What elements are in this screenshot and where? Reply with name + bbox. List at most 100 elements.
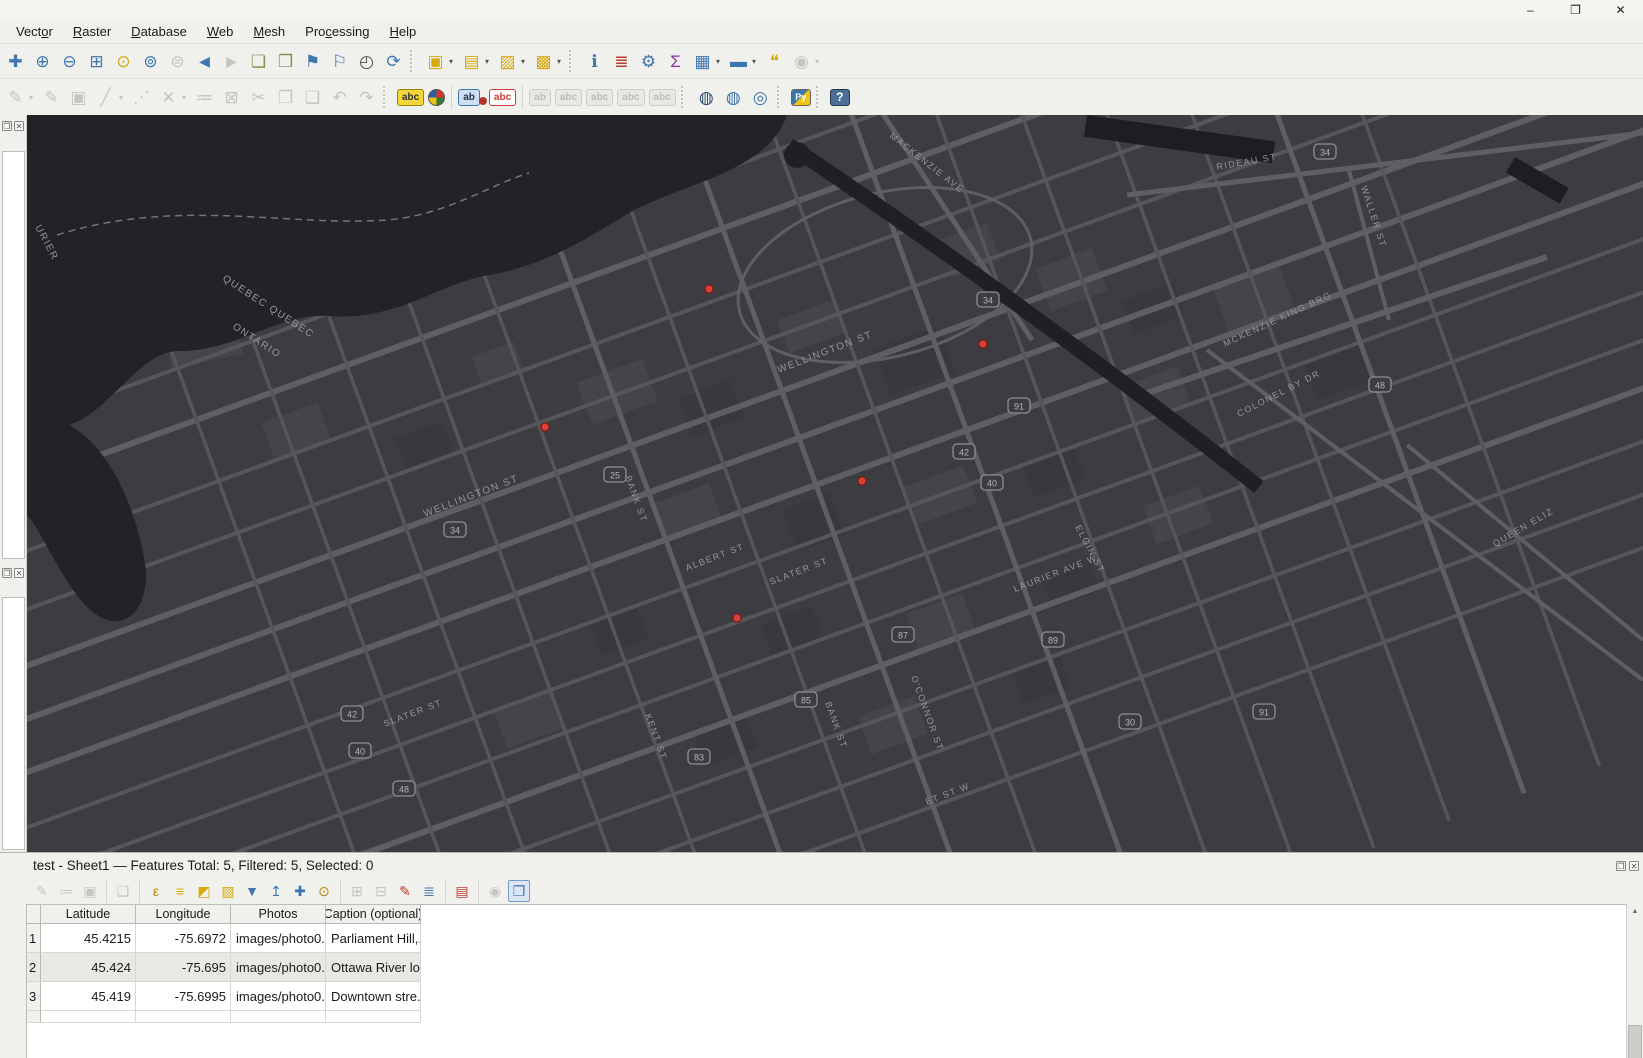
add-point-feature-icon[interactable]: ⋰ bbox=[129, 84, 154, 110]
corner-header[interactable] bbox=[27, 905, 41, 924]
move-selection-top-icon[interactable]: ↥ bbox=[265, 880, 287, 902]
open-attribute-table-icon[interactable]: ▦ bbox=[690, 48, 715, 74]
minimize-button[interactable]: – bbox=[1508, 0, 1553, 20]
cut-features-icon[interactable]: ✂ bbox=[246, 84, 271, 110]
modify-attributes-icon[interactable]: ≔ bbox=[192, 84, 217, 110]
toolbar-handle[interactable] bbox=[681, 86, 689, 108]
column-header-longitude[interactable]: Longitude bbox=[136, 905, 231, 924]
digitize-dropdown[interactable] bbox=[119, 84, 128, 110]
select-by-location-dropdown[interactable] bbox=[557, 48, 566, 74]
conditional-formatting-icon[interactable]: ▤ bbox=[451, 880, 473, 902]
refresh-map-icon[interactable]: ⟳ bbox=[381, 48, 406, 74]
paste-features-icon[interactable]: ❑ bbox=[300, 84, 325, 110]
run-feature-action-icon[interactable]: ◉ bbox=[789, 48, 814, 74]
dock-table-icon[interactable]: ❐ bbox=[508, 880, 530, 902]
move-label-icon[interactable]: abc bbox=[586, 89, 613, 106]
zoom-full-icon[interactable]: ⊞ bbox=[84, 48, 109, 74]
column-header-caption[interactable]: Caption (optional) bbox=[326, 905, 421, 924]
table-row[interactable]: 3 45.419 -75.6995 images/photo0... Downt… bbox=[27, 982, 1626, 1011]
toggle-editing-icon[interactable]: ✎ bbox=[39, 84, 64, 110]
column-header-photos[interactable]: Photos bbox=[231, 905, 326, 924]
web-service-search-icon[interactable]: ◎ bbox=[748, 84, 773, 110]
new-spatial-bookmark-icon[interactable]: ⚑ bbox=[300, 48, 325, 74]
select-by-expression-icon[interactable]: ε bbox=[145, 880, 167, 902]
toggle-editing-icon[interactable]: ✎ bbox=[31, 880, 53, 902]
attribute-table-dropdown[interactable] bbox=[716, 48, 725, 74]
rotate-label-icon[interactable]: abc bbox=[617, 89, 644, 106]
run-feature-action-dropdown[interactable] bbox=[815, 48, 824, 74]
pan-map-icon[interactable]: ✚ bbox=[3, 48, 28, 74]
table-row[interactable]: 2 45.424 -75.695 images/photo0... Ottawa… bbox=[27, 953, 1626, 982]
new-map-view-icon[interactable]: ❏ bbox=[246, 48, 271, 74]
web-service-add-icon[interactable]: ◍ bbox=[721, 84, 746, 110]
zoom-to-selection-icon[interactable]: ⊙ bbox=[111, 48, 136, 74]
zoom-to-layer-icon[interactable]: ⊚ bbox=[138, 48, 163, 74]
redo-icon[interactable]: ↷ bbox=[354, 84, 379, 110]
show-hide-labels-icon[interactable]: abc bbox=[555, 89, 582, 106]
vertex-tool-dropdown[interactable] bbox=[182, 84, 191, 110]
processing-toolbox-icon[interactable]: ⚙ bbox=[636, 48, 661, 74]
zoom-last-icon[interactable]: ◀ bbox=[192, 48, 217, 74]
panel-close-button[interactable]: ✕ bbox=[14, 568, 24, 578]
panel-close-button[interactable]: ✕ bbox=[1629, 861, 1639, 871]
measure-icon[interactable]: ▬ bbox=[726, 48, 751, 74]
select-by-form-icon[interactable]: ▤ bbox=[459, 48, 484, 74]
python-console-icon[interactable]: Py bbox=[791, 89, 811, 106]
multiedit-mode-icon[interactable]: ≔ bbox=[55, 880, 77, 902]
menu-database[interactable]: Database bbox=[121, 22, 197, 42]
scroll-up-icon[interactable]: ▲ bbox=[1627, 904, 1643, 918]
deselect-dropdown[interactable] bbox=[521, 48, 530, 74]
pin-unpin-labels-icon[interactable]: ab bbox=[529, 89, 551, 106]
deselect-features-icon[interactable]: ▨ bbox=[495, 48, 520, 74]
vertex-tool-icon[interactable]: ✕ bbox=[156, 84, 181, 110]
save-layer-edits-icon[interactable]: ▣ bbox=[66, 84, 91, 110]
copy-features-icon[interactable]: ❐ bbox=[273, 84, 298, 110]
undo-icon[interactable]: ↶ bbox=[327, 84, 352, 110]
toolbar-handle[interactable] bbox=[410, 50, 418, 72]
restore-button[interactable]: ❐ bbox=[1553, 0, 1598, 20]
measure-dropdown[interactable] bbox=[752, 48, 761, 74]
panel-float-button[interactable]: ❐ bbox=[1616, 861, 1626, 871]
pin-labels-icon[interactable]: ab bbox=[458, 89, 480, 106]
current-edits-dropdown[interactable] bbox=[29, 84, 38, 110]
scrollbar-track[interactable] bbox=[1627, 918, 1643, 1058]
layer-diagram-icon[interactable] bbox=[428, 89, 445, 106]
temporal-controller-icon[interactable]: ◴ bbox=[354, 48, 379, 74]
map-canvas[interactable]: QUEBEC QUEBECONTARIOURIERMACKENZIE AVERI… bbox=[27, 115, 1643, 852]
field-calculator-icon[interactable]: ≣ bbox=[418, 880, 440, 902]
deselect-all-icon[interactable]: ▨ bbox=[217, 880, 239, 902]
open-form-icon[interactable]: ✎ bbox=[394, 880, 416, 902]
map-tips-icon[interactable]: ❝ bbox=[762, 48, 787, 74]
toolbar-handle[interactable] bbox=[383, 86, 391, 108]
new-3d-map-view-icon[interactable]: ❒ bbox=[273, 48, 298, 74]
metasearch-icon[interactable]: ◍ bbox=[694, 84, 719, 110]
select-features-icon[interactable]: ▣ bbox=[423, 48, 448, 74]
zoom-next-icon[interactable]: ▶ bbox=[219, 48, 244, 74]
panel-float-button[interactable]: ❐ bbox=[2, 568, 12, 578]
statistical-summary-icon[interactable]: Σ bbox=[663, 48, 688, 74]
save-edits-icon[interactable]: ▣ bbox=[79, 880, 101, 902]
panel-close-button[interactable]: ✕ bbox=[14, 121, 24, 131]
column-header-latitude[interactable]: Latitude bbox=[41, 905, 136, 924]
change-label-icon[interactable]: abc bbox=[649, 89, 676, 106]
paste-features-icon[interactable]: ❑ bbox=[112, 880, 134, 902]
panel-float-button[interactable]: ❐ bbox=[2, 121, 12, 131]
close-button[interactable]: ✕ bbox=[1598, 0, 1643, 20]
select-by-form-dropdown[interactable] bbox=[485, 48, 494, 74]
new-field-icon[interactable]: ⊞ bbox=[346, 880, 368, 902]
scrollbar-thumb[interactable] bbox=[1628, 1025, 1642, 1058]
table-row[interactable]: 1 45.4215 -75.6972 images/photo0... Parl… bbox=[27, 924, 1626, 953]
layers-panel[interactable] bbox=[2, 597, 25, 850]
layer-labeling-icon[interactable]: abc bbox=[397, 89, 424, 106]
select-features-dropdown[interactable] bbox=[449, 48, 458, 74]
menu-raster[interactable]: Raster bbox=[63, 22, 121, 42]
invert-selection-icon[interactable]: ◩ bbox=[193, 880, 215, 902]
identify-features-icon[interactable]: ℹ bbox=[582, 48, 607, 74]
menu-help[interactable]: Help bbox=[379, 22, 426, 42]
current-edits-icon[interactable]: ✎ bbox=[3, 84, 28, 110]
zoom-in-icon[interactable]: ⊕ bbox=[30, 48, 55, 74]
zoom-native-icon[interactable]: ⊜ bbox=[165, 48, 190, 74]
digitize-segment-icon[interactable]: ╱ bbox=[93, 84, 118, 110]
field-calculator-icon[interactable]: ≣ bbox=[609, 48, 634, 74]
zoom-out-icon[interactable]: ⊖ bbox=[57, 48, 82, 74]
